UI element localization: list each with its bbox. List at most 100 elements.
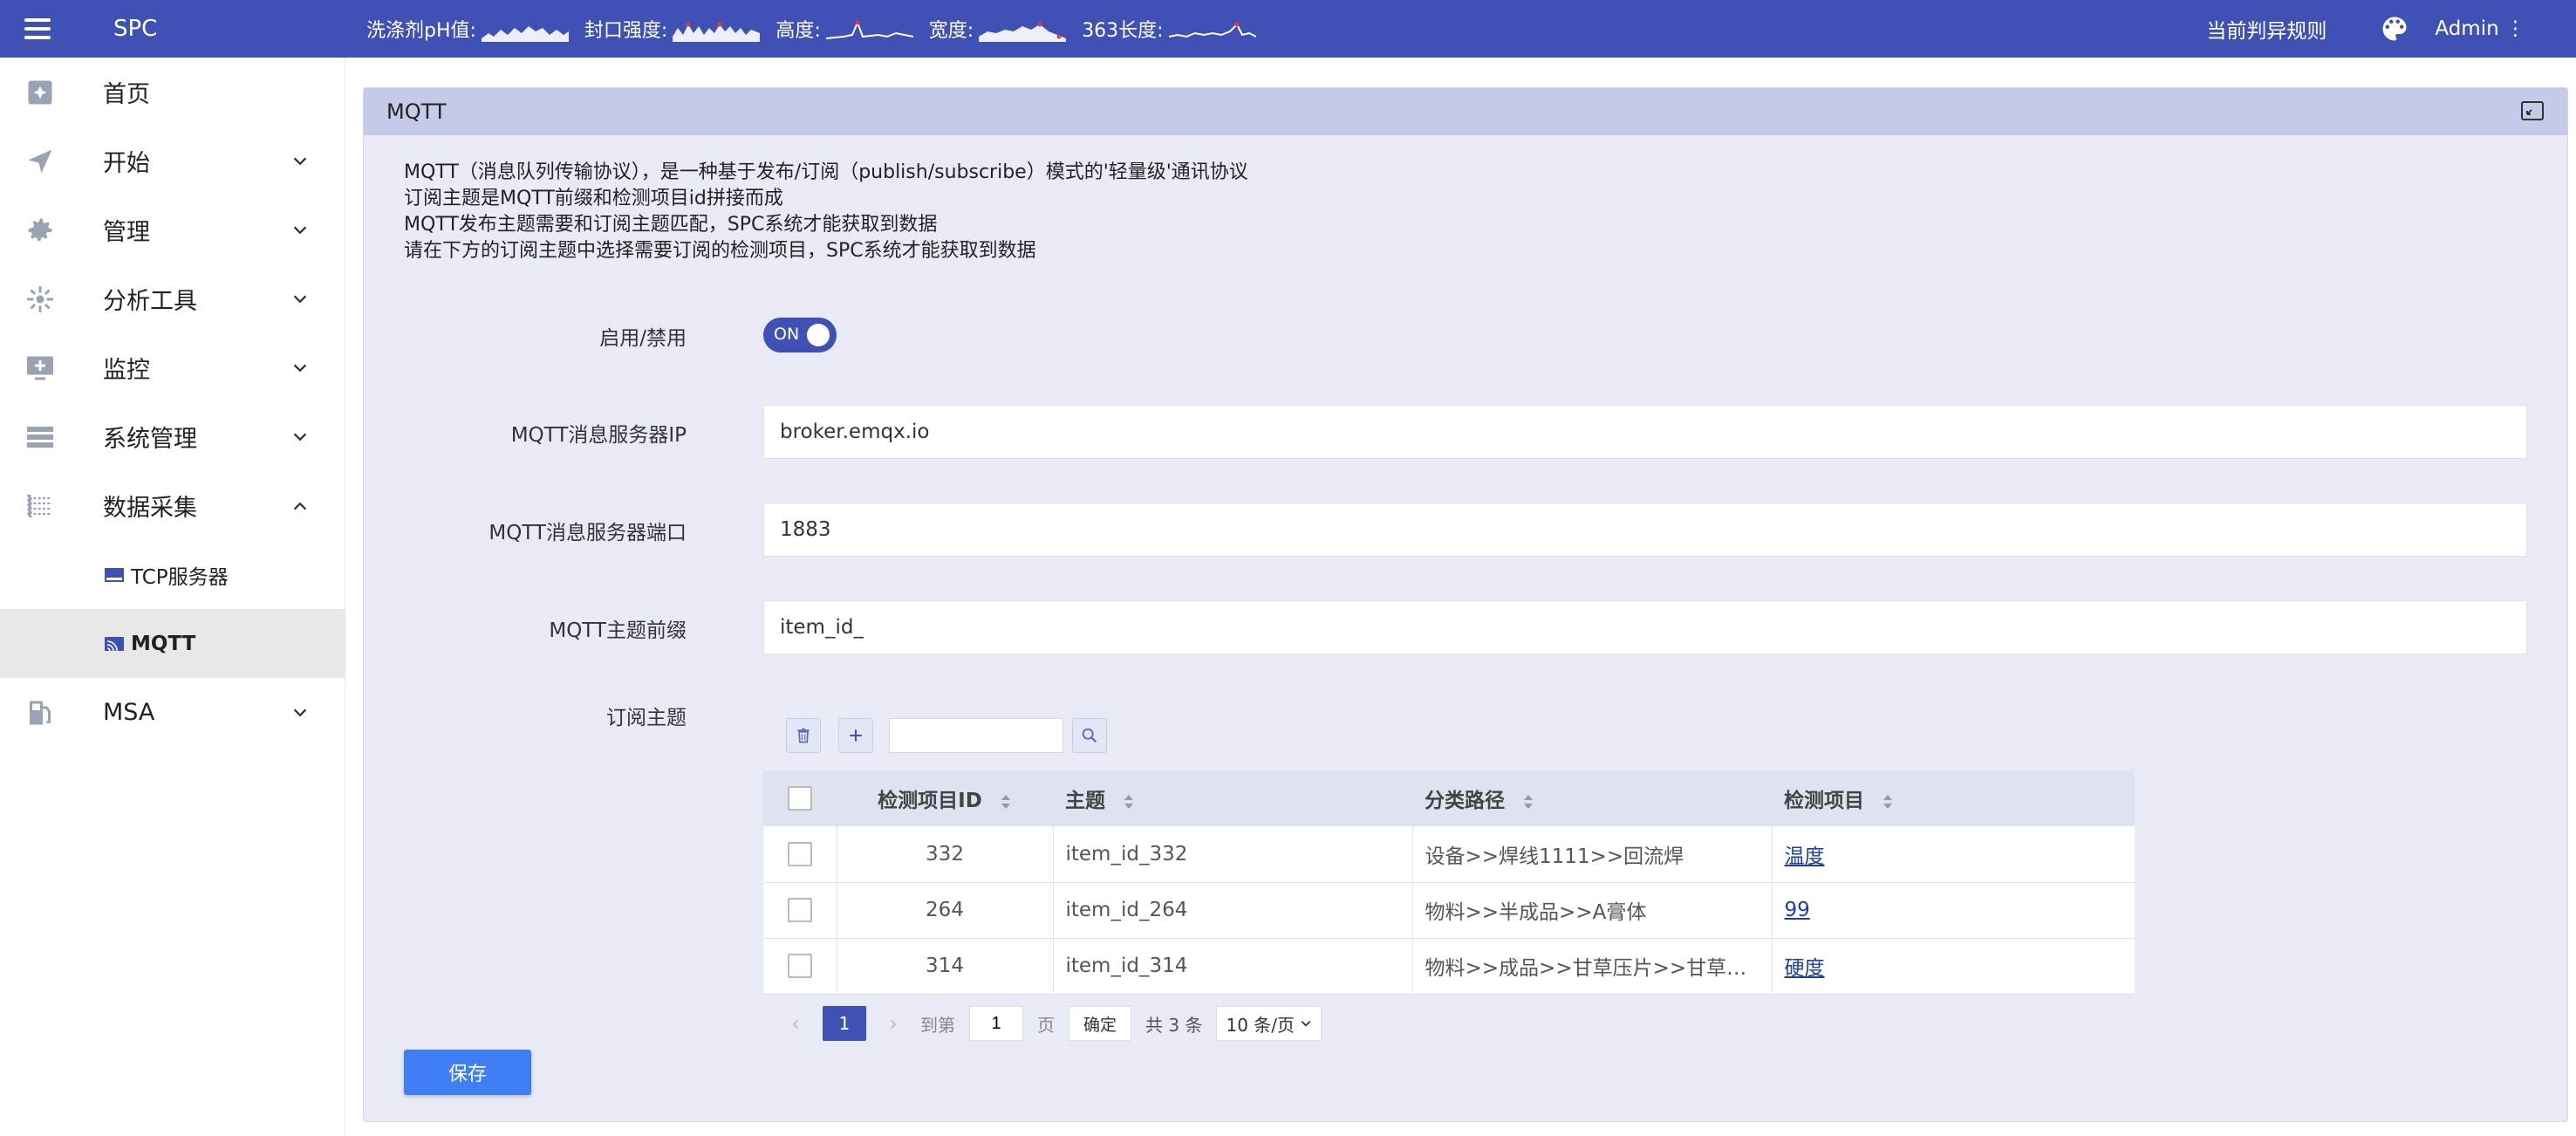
sidebar-item-label: 开始 [103, 150, 150, 177]
sidebar-item-start[interactable]: 开始 [0, 127, 345, 195]
topic-prefix-input[interactable] [763, 600, 2527, 654]
table-row[interactable]: 332 item_id_332 设备>>焊线1111>>回流焊 温度 [763, 826, 2135, 883]
send-icon [28, 149, 52, 173]
sidebar-item-label: MSA [103, 699, 155, 726]
sparkline-icon [979, 22, 1067, 42]
row-checkbox[interactable] [787, 954, 812, 978]
server-ip-label: MQTT消息服务器IP [510, 424, 687, 447]
sidebar-item-msa[interactable]: MSA [0, 678, 345, 747]
msa-icon [30, 701, 51, 724]
search-button[interactable] [1072, 718, 1107, 753]
metric-ph[interactable]: 洗涤剂pH值: [366, 15, 569, 43]
sort-icon [1524, 794, 1534, 809]
top-app-bar: SPC 洗涤剂pH值: 封口强度: 高度: 宽度: 363长度: 当前判异规则 … [0, 0, 2576, 58]
server-ip-input[interactable] [763, 405, 2527, 459]
cell-topic: item_id_314 [1053, 938, 1413, 995]
sparkline-icon [673, 22, 761, 42]
page-size-value: 10 条/页 [1226, 1014, 1295, 1036]
top-right-actions: 当前判异规则 Admin ⋮ [2206, 13, 2576, 44]
row-check-cell [763, 826, 837, 883]
sidebar-subitem-tcp-server[interactable]: TCP服务器 [0, 540, 345, 609]
col-header-label: 分类路径 [1425, 790, 1505, 812]
palette-icon[interactable] [2379, 13, 2410, 44]
row-checkbox[interactable] [787, 898, 812, 922]
sort-icon [1124, 794, 1134, 809]
metric-height[interactable]: 高度: [776, 15, 913, 43]
col-header-path[interactable]: 分类路径 [1412, 770, 1772, 826]
item-link[interactable]: 硬度 [1785, 957, 1825, 980]
select-all-checkbox[interactable] [788, 786, 812, 811]
page-unit-label: 页 [1037, 1014, 1055, 1036]
admin-menu[interactable]: Admin ⋮ [2435, 17, 2525, 40]
sidebar-item-system-manage[interactable]: 系统管理 [0, 402, 345, 471]
sort-icon [1001, 794, 1010, 809]
sidebar-item-analysis-tools[interactable]: 分析工具 [0, 264, 345, 333]
enable-label: 启用/禁用 [599, 327, 687, 350]
col-header-label: 检测项目ID [878, 790, 982, 812]
item-link[interactable]: 99 [1785, 899, 1810, 921]
description-line: MQTT（消息队列传输协议），是一种基于发布/订阅（publish/subscr… [404, 161, 1248, 183]
tcp-icon [105, 567, 124, 582]
sidebar-item-label: 管理 [103, 219, 150, 246]
metric-label: 363长度: [1082, 20, 1164, 42]
cell-path: 物料>>半成品>>A膏体 [1412, 882, 1773, 939]
description: MQTT（消息队列传输协议），是一种基于发布/订阅（publish/subscr… [404, 160, 1248, 264]
toggle-state: ON [774, 325, 800, 344]
goto-confirm-button[interactable]: 确定 [1069, 1006, 1132, 1041]
row-check-cell [763, 882, 837, 939]
current-rule-link[interactable]: 当前判异规则 [2206, 14, 2327, 44]
cell-id: 314 [837, 938, 1054, 995]
chevron-down-icon [293, 708, 307, 716]
search-icon [1082, 728, 1097, 743]
col-header-item[interactable]: 检测项目 [1772, 770, 2135, 826]
hamburger-menu-icon[interactable] [24, 6, 70, 51]
next-page-icon[interactable]: › [880, 1011, 906, 1036]
panel-header: MQTT [364, 88, 2567, 135]
metric-length[interactable]: 363长度: [1082, 15, 1256, 43]
metric-seal-strength[interactable]: 封口强度: [584, 15, 761, 43]
col-header-topic[interactable]: 主题 [1053, 770, 1412, 826]
row-checkbox[interactable] [787, 841, 812, 866]
page-size-select[interactable]: 10 条/页 [1216, 1006, 1322, 1041]
add-button[interactable] [838, 718, 873, 753]
metric-width[interactable]: 宽度: [928, 15, 1067, 43]
sidebar-item-monitor[interactable]: 监控 [0, 333, 345, 402]
chevron-down-icon [293, 226, 307, 234]
delete-button[interactable] [786, 718, 821, 753]
sidebar-item-home[interactable]: 首页 [0, 58, 345, 127]
page-button-current[interactable]: 1 [823, 1006, 866, 1041]
metric-sparklines: 洗涤剂pH值: 封口强度: 高度: 宽度: 363长度: [366, 15, 1263, 43]
table-header-row: 检测项目ID 主题 分类路径 检测项目 [763, 770, 2135, 826]
save-button[interactable]: 保存 [404, 1050, 531, 1095]
enable-toggle[interactable]: ON [763, 318, 837, 352]
cell-path: 物料>>成品>>甘草压片>>甘草压... [1412, 938, 1773, 995]
description-line: 请在下方的订阅主题中选择需要订阅的检测项目，SPC系统才能获取到数据 [404, 240, 1036, 262]
search-input[interactable] [889, 718, 1063, 753]
sidebar-subitem-mqtt[interactable]: MQTT [0, 609, 345, 678]
sidebar-item-label: 系统管理 [103, 426, 197, 453]
metric-label: 宽度: [928, 20, 974, 42]
goto-label: 到第 [920, 1014, 955, 1036]
mqtt-panel: MQTT MQTT（消息队列传输协议），是一种基于发布/订阅（publish/s… [363, 87, 2568, 1122]
list-icon [27, 426, 53, 448]
goto-page-input[interactable] [969, 1006, 1023, 1041]
sidebar-item-label: 数据采集 [103, 495, 197, 522]
item-link[interactable]: 温度 [1785, 845, 1825, 868]
sidebar-item-manage[interactable]: 管理 [0, 195, 345, 264]
fullscreen-icon[interactable] [2520, 100, 2545, 121]
cell-item: 温度 [1772, 826, 2135, 883]
cell-item: 99 [1772, 882, 2135, 939]
server-port-input[interactable] [763, 503, 2527, 557]
sidebar-item-data-collection[interactable]: 数据采集 [0, 471, 345, 540]
table-row[interactable]: 264 item_id_264 物料>>半成品>>A膏体 99 [763, 882, 2135, 939]
sidebar-item-label: 分析工具 [103, 288, 197, 315]
subscribe-label: 订阅主题 [606, 707, 687, 729]
pagination: ‹ 1 › 到第 页 确定 共 3 条 10 条/页 [782, 1004, 1322, 1043]
sidebar-subitem-label: MQTT [131, 632, 196, 655]
cell-id: 264 [837, 882, 1054, 939]
col-header-id[interactable]: 检测项目ID [837, 770, 1053, 826]
prev-page-icon[interactable]: ‹ [782, 1011, 809, 1036]
col-header-label: 主题 [1065, 790, 1105, 812]
table-row[interactable]: 314 item_id_314 物料>>成品>>甘草压片>>甘草压... 硬度 [763, 938, 2135, 995]
topic-prefix-label: MQTT主题前缀 [549, 619, 687, 642]
